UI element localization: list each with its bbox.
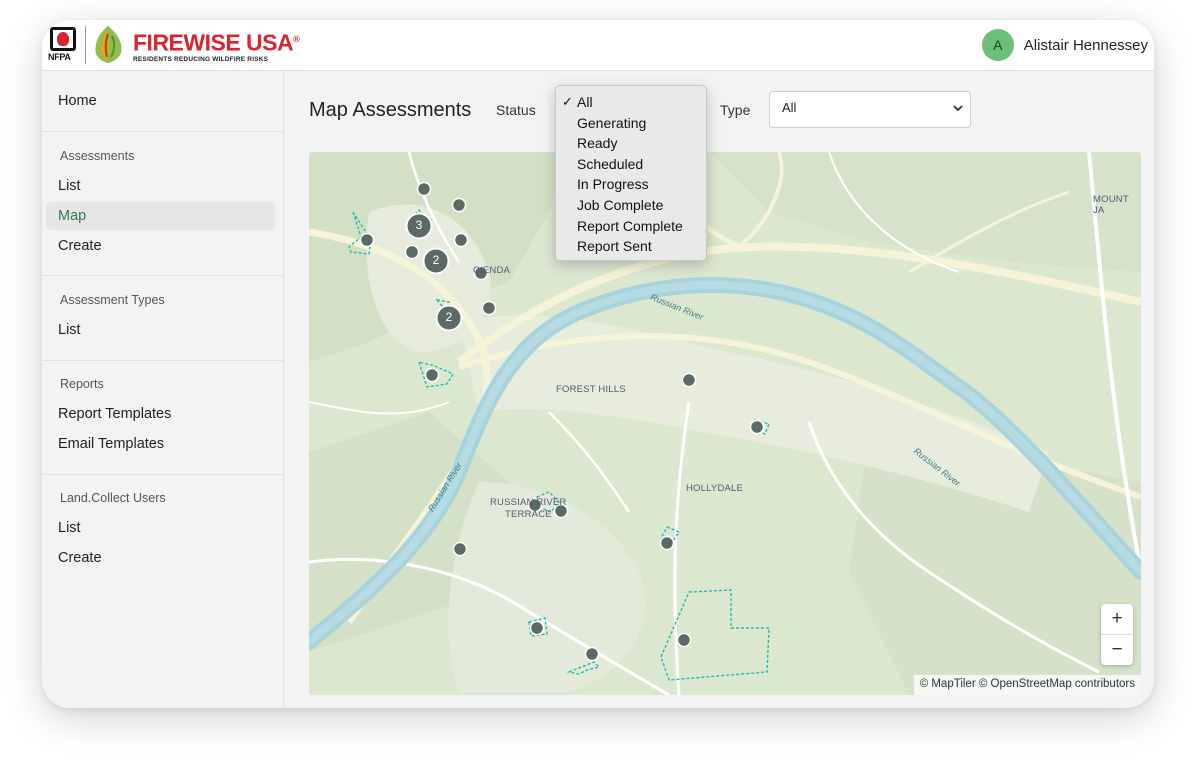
sidebar-item-users-create[interactable]: Create [58, 550, 102, 566]
brand-registered-mark: ® [293, 34, 300, 44]
cluster-count[interactable]: 2 [430, 253, 442, 267]
sidebar-divider [42, 474, 284, 475]
zoom-in-button[interactable]: + [1101, 604, 1133, 634]
cluster-count[interactable]: 3 [413, 218, 425, 232]
status-option-label: Generating [577, 114, 647, 131]
status-option-report-complete[interactable]: Report Complete [556, 216, 706, 237]
top-header: NFPA FIREWISE USA® RESIDENTS REDUCING WI… [42, 20, 1154, 71]
sidebar-section-assessment-types: Assessment Types [60, 293, 165, 307]
sidebar-item-email-templates[interactable]: Email Templates [58, 436, 164, 452]
sidebar-item-report-templates[interactable]: Report Templates [58, 406, 171, 422]
assessment-map[interactable]: 3 2 2 MOUNT JA CIENDA FOREST HILLS HOLLY… [309, 152, 1141, 695]
logo-divider [85, 26, 86, 64]
map-place-label: TERRACE [505, 509, 552, 520]
map-place-label: CIENDA [473, 265, 511, 276]
status-dropdown-menu: ✓ All Generating Ready Scheduled In Progr… [555, 85, 707, 261]
map-place-label: RUSSIAN RIVER [490, 497, 567, 508]
nfpa-logo-text: NFPA [48, 52, 71, 62]
map-canvas [309, 152, 1141, 695]
map-attribution[interactable]: © MapTiler © OpenStreetMap contributors [913, 675, 1141, 695]
sidebar-item-home[interactable]: Home [58, 93, 97, 109]
firewise-leaf-icon [95, 26, 122, 63]
sidebar: Home Assessments List Map Create Assessm… [42, 72, 284, 708]
map-place-label: HOLLYDALE [686, 483, 744, 494]
status-filter-label: Status [496, 102, 536, 118]
status-option-label: Job Complete [577, 196, 664, 213]
nfpa-logo[interactable]: NFPA [48, 27, 80, 63]
user-menu[interactable]: A Alistair Hennessey [981, 29, 1148, 61]
cluster-count[interactable]: 2 [443, 310, 455, 324]
firewise-brand[interactable]: FIREWISE USA® RESIDENTS REDUCING WILDFIR… [133, 27, 300, 63]
avatar[interactable]: A [981, 29, 1014, 61]
sidebar-item-assessment-types-list[interactable]: List [58, 322, 81, 338]
sidebar-divider [42, 275, 284, 276]
status-option-label: Ready [577, 135, 618, 152]
app-window: NFPA FIREWISE USA® RESIDENTS REDUCING WI… [42, 20, 1154, 708]
user-name: Alistair Hennessey [1023, 36, 1148, 54]
sidebar-item-assessments-list[interactable]: List [58, 178, 81, 194]
status-option-label: Report Sent [577, 238, 652, 255]
map-place-label: FOREST HILLS [556, 384, 626, 395]
status-option-generating[interactable]: Generating [556, 113, 706, 134]
sidebar-item-assessments-map[interactable]: Map [58, 208, 86, 224]
flame-icon [57, 32, 69, 46]
status-option-all[interactable]: ✓ All [556, 92, 706, 113]
map-zoom-control: + − [1101, 604, 1133, 665]
status-option-label: Report Complete [577, 217, 683, 234]
page-title: Map Assessments [309, 99, 472, 121]
sidebar-section-users: Land.Collect Users [60, 491, 166, 505]
sidebar-section-reports: Reports [60, 377, 104, 391]
chevron-down-icon [953, 105, 963, 112]
status-option-scheduled[interactable]: Scheduled [556, 154, 706, 175]
map-place-label: MOUNT JA [1093, 194, 1129, 216]
sidebar-divider [42, 360, 284, 361]
status-option-job-complete[interactable]: Job Complete [556, 195, 706, 216]
sidebar-section-assessments: Assessments [60, 149, 135, 163]
main-content: Map Assessments Status Type All 3 2 2 MO… [285, 72, 1154, 708]
sidebar-divider [42, 131, 284, 132]
type-select-value: All [782, 100, 797, 115]
checkmark-icon: ✓ [562, 94, 573, 109]
brand-title: FIREWISE USA [133, 29, 294, 56]
status-option-label: In Progress [577, 176, 649, 193]
status-option-ready[interactable]: Ready [556, 133, 706, 154]
status-option-label: Scheduled [577, 155, 644, 172]
type-select[interactable]: All [769, 91, 971, 128]
type-filter-label: Type [720, 102, 751, 118]
brand-tagline: RESIDENTS REDUCING WILDFIRE RISKS [133, 55, 269, 63]
sidebar-item-assessments-create[interactable]: Create [58, 238, 102, 254]
status-option-label: All [577, 94, 593, 110]
status-option-report-sent[interactable]: Report Sent [556, 236, 706, 257]
status-option-in-progress[interactable]: In Progress [556, 174, 706, 195]
zoom-out-button[interactable]: − [1101, 635, 1133, 665]
sidebar-item-users-list[interactable]: List [58, 520, 81, 536]
